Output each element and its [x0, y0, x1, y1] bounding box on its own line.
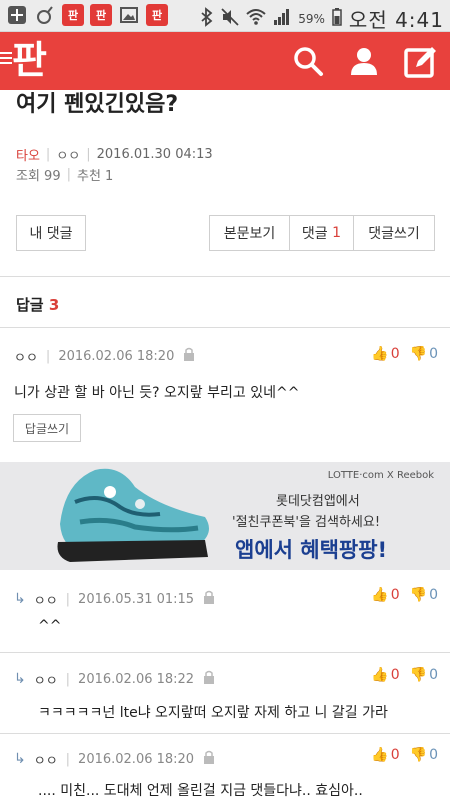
post-title: 여기 펜있긴있음? — [16, 92, 179, 117]
signal-icon — [273, 8, 291, 29]
image-icon — [118, 4, 140, 26]
comment-text: ㅋㅋㅋㅋㅋ넌 lte냐 오지랖떠 오지랖 자제 하고 니 갈길 가라 — [38, 705, 388, 721]
comment-author[interactable]: ㅇㅇ — [14, 347, 38, 366]
reply-arrow-icon: ↳ — [14, 751, 26, 767]
ad-line-1: 롯데닷컴앱에서 — [276, 494, 360, 509]
thumbs-up-icon: 👍 — [371, 747, 389, 763]
app-notification-icon: 판 — [90, 4, 112, 26]
battery-icon — [332, 8, 342, 29]
post-nickname: ㅇㅇ — [56, 149, 81, 164]
comments-count: 1 — [332, 225, 342, 241]
app-header: 판 — [0, 32, 450, 90]
write-comment-button[interactable]: 댓글쓰기 — [354, 216, 434, 250]
thumbs-down-icon: 👎 — [409, 587, 428, 603]
replies-heading: 답글 3 — [16, 296, 60, 314]
post-action-group: 본문보기 댓글 1 댓글쓰기 — [209, 215, 435, 251]
lock-icon — [182, 346, 196, 366]
menu-icon[interactable] — [0, 52, 12, 66]
notification-icon — [34, 4, 56, 26]
comment-date: 2016.02.06 18:22 — [78, 671, 195, 687]
dislike-button[interactable]: 👎 0 — [410, 667, 438, 683]
like-button[interactable]: 👍 0 — [371, 667, 399, 683]
app-logo[interactable]: 판 — [12, 38, 47, 82]
comments-label: 댓글 — [301, 226, 328, 242]
ad-banner[interactable]: LOTTE·com X Reebok 롯데닷컴앱에서 '절친쿠폰북'을 검색하세… — [0, 462, 450, 570]
thumbs-down-icon: 👎 — [409, 667, 428, 683]
mute-icon — [221, 7, 239, 30]
comment-votes: 👍 0 👎 0 — [371, 667, 438, 683]
view-post-button[interactable]: 본문보기 — [210, 216, 290, 250]
dislike-button[interactable]: 👎 0 — [410, 587, 438, 603]
thumbs-up-icon: 👍 — [371, 346, 389, 362]
user-icon[interactable] — [348, 45, 380, 77]
like-button[interactable]: 👍 0 — [371, 346, 399, 362]
battery-percent: 59% — [298, 11, 325, 26]
reply-arrow-icon: ↳ — [14, 591, 26, 607]
comment-votes: 👍 0 👎 0 — [371, 346, 438, 362]
like-button[interactable]: 👍 0 — [371, 587, 399, 603]
dislike-button[interactable]: 👎 0 — [410, 747, 438, 763]
comment-author[interactable]: ㅇㅇ — [34, 590, 58, 609]
thumbs-up-icon: 👍 — [371, 587, 389, 603]
comment-text: ^^ — [38, 618, 62, 634]
comment-date: 2016.02.06 18:20 — [58, 348, 175, 364]
thumbs-up-icon: 👍 — [371, 667, 389, 683]
post-recommend: 추천 1 — [77, 169, 114, 184]
wifi-icon — [246, 8, 266, 29]
comment-meta: ㅇㅇ | 2016.02.06 18:20 — [14, 346, 196, 366]
comment-meta: ↳ ㅇㅇ | 2016.05.31 01:15 — [14, 589, 216, 609]
lock-icon — [202, 749, 216, 769]
comment-meta: ↳ ㅇㅇ | 2016.02.06 18:22 — [14, 669, 216, 689]
ad-line-2: '절친쿠폰북'을 검색하세요! — [232, 515, 381, 530]
comments-button[interactable]: 댓글 1 — [290, 216, 354, 250]
status-bar: 판 판 판 59% 오전 4:41 — [0, 0, 450, 32]
comment-text: 니가 상관 할 바 아닌 듯? 오지랖 부리고 있네^^ — [14, 385, 300, 401]
divider — [0, 276, 450, 277]
my-comments-button[interactable]: 내 댓글 — [16, 215, 86, 251]
post-meta: 타오 | ㅇㅇ | 2016.01.30 04:13 — [16, 145, 213, 164]
divider — [0, 733, 450, 734]
comment-votes: 👍 0 👎 0 — [371, 587, 438, 603]
write-icon[interactable] — [404, 45, 436, 78]
post-datetime: 2016.01.30 04:13 — [96, 147, 213, 162]
reply-button[interactable]: 답글쓰기 — [13, 414, 81, 442]
divider — [0, 327, 450, 328]
replies-count: 3 — [48, 296, 60, 314]
divider — [0, 652, 450, 653]
shoe-image — [57, 468, 209, 562]
like-button[interactable]: 👍 0 — [371, 747, 399, 763]
post-views: 조회 99 — [16, 169, 61, 184]
ad-brand: LOTTE·com X Reebok — [327, 470, 434, 481]
bluetooth-icon — [200, 7, 214, 30]
thumbs-down-icon: 👎 — [409, 747, 428, 763]
comment-author[interactable]: ㅇㅇ — [34, 750, 58, 769]
comment-date: 2016.02.06 18:20 — [78, 751, 195, 767]
add-icon — [6, 4, 28, 26]
post-stats: 조회 99 | 추천 1 — [16, 167, 114, 184]
comment-text: .... 미친... 도대체 언제 올린걸 지금 댓들다냐.. 효심아.. — [38, 783, 363, 799]
reply-arrow-icon: ↳ — [14, 671, 26, 687]
post-author[interactable]: 타오 — [16, 145, 40, 164]
clock: 오전 4:41 — [348, 8, 444, 32]
dislike-button[interactable]: 👎 0 — [410, 346, 438, 362]
thumbs-down-icon: 👎 — [409, 346, 428, 362]
lock-icon — [202, 669, 216, 689]
app-notification-icon: 판 — [146, 4, 168, 26]
comment-date: 2016.05.31 01:15 — [78, 591, 195, 607]
search-icon[interactable] — [292, 45, 324, 77]
comment-meta: ↳ ㅇㅇ | 2016.02.06 18:20 — [14, 749, 216, 769]
comment-votes: 👍 0 👎 0 — [371, 747, 438, 763]
app-notification-icon: 판 — [62, 4, 84, 26]
comment-author[interactable]: ㅇㅇ — [34, 670, 58, 689]
ad-headline: 앱에서 혜택팡팡! — [235, 538, 388, 562]
lock-icon — [202, 589, 216, 609]
